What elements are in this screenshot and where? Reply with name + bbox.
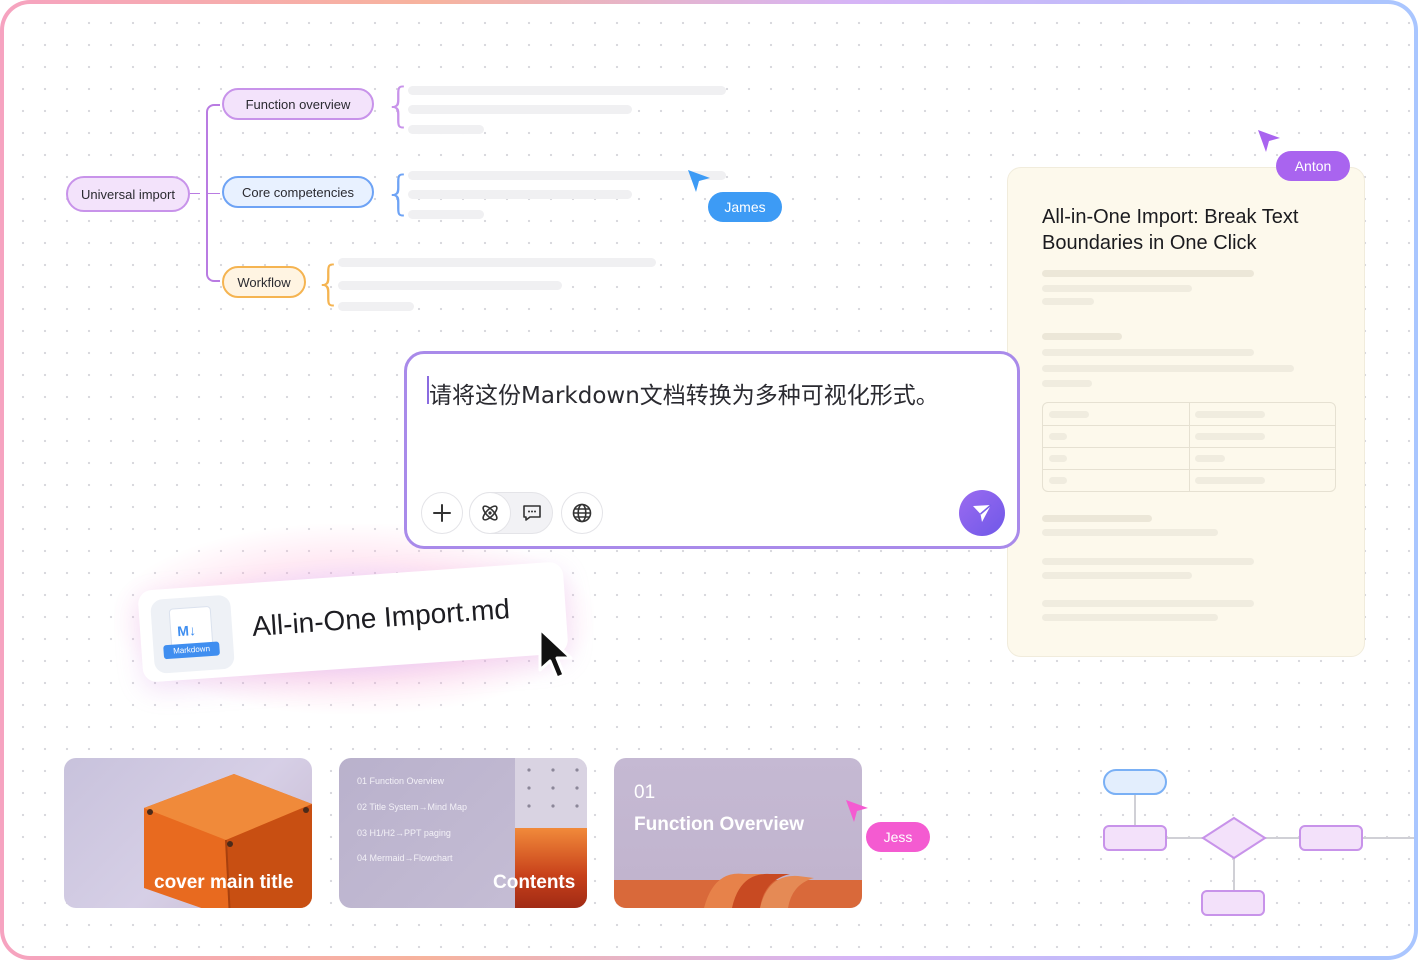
placeholder-line [1042,270,1254,277]
cursor-tag-james: James [708,192,782,222]
document-table [1042,402,1336,492]
placeholder-line [408,86,726,95]
mode-toggle-group [469,492,553,534]
cursor-name: James [724,199,766,215]
placeholder-line [408,171,726,180]
markdown-file-icon: M↓ Markdown [149,594,235,674]
table-divider [1189,403,1190,491]
atom-icon [482,505,498,521]
placeholder-cell [1049,455,1067,462]
placeholder-line [338,258,656,267]
placeholder-cell [1195,455,1225,462]
slide-thumbnail-section[interactable]: 01 Function Overview [614,758,862,908]
placeholder-line [1042,333,1122,340]
flow-connector [1166,837,1204,839]
mindmap-root-node[interactable]: Universal import [66,176,190,212]
web-search-button[interactable] [561,492,603,534]
node-label: Workflow [237,274,291,290]
app-frame: Universal import Function overview Core … [0,0,1418,960]
flow-connector [1134,793,1136,825]
markdown-mark: M↓ [176,622,197,640]
document-preview-card[interactable]: All-in-One Import: Break Text Boundaries… [1007,167,1365,657]
flow-process-node[interactable] [1103,825,1167,851]
markdown-badge: Markdown [163,641,221,660]
slide-thumbnail-cover[interactable]: cover main title [64,758,312,908]
cursor-tag-jess: Jess [866,822,930,852]
add-attachment-button[interactable] [421,492,463,534]
toc-item: 03 H1/H2→PPT paging [357,828,451,838]
connector [206,193,220,194]
slide-title: Function Overview [634,814,804,835]
james-cursor-icon [688,170,710,192]
send-icon [973,504,992,522]
placeholder-line [1042,285,1192,292]
prompt-text[interactable]: 请将这份Markdown文档转换为多种可视化形式。 [429,376,939,410]
flow-process-node[interactable] [1201,890,1265,916]
placeholder-cell [1195,433,1265,440]
flow-connector [1264,837,1300,839]
placeholder-line [1042,298,1094,305]
placeholder-line [338,281,562,290]
mindmap-node-workflow[interactable]: Workflow [222,266,306,298]
placeholder-line [1042,380,1092,387]
flow-connector [1362,837,1414,839]
placeholder-line [408,210,484,219]
slide-title: Contents [493,872,576,893]
placeholder-cell [1049,411,1089,418]
slide-thumbnail-contents[interactable]: 01 Function Overview 02 Title System→Min… [339,758,587,908]
globe-icon [572,503,592,523]
placeholder-line [1042,365,1294,372]
cursor-name: Jess [883,829,913,845]
plus-icon [433,504,451,522]
cursor-name: Anton [1294,158,1332,174]
file-name: All-in-One Import.md [250,593,511,643]
placeholder-line [338,302,414,311]
placeholder-cell [1195,477,1265,484]
mouse-pointer-icon [538,627,573,680]
toc-item: 01 Function Overview [357,776,445,786]
placeholder-line [1042,614,1218,621]
placeholder-line [1042,515,1152,522]
document-title: All-in-One Import: Break Text Boundaries… [1042,206,1299,254]
orange-shapes-illustration [614,873,862,908]
flow-connector [1233,858,1235,890]
placeholder-line [408,125,484,134]
slide-title: cover main title [154,872,294,893]
slide-number: 01 [634,782,656,803]
placeholder-line [1042,572,1192,579]
placeholder-line [1042,529,1218,536]
node-label: Function overview [245,96,351,112]
chat-bubble-icon [523,505,541,521]
placeholder-cell [1049,477,1067,484]
flow-start-node[interactable] [1103,769,1167,795]
whiteboard-canvas[interactable]: Universal import Function overview Core … [4,4,1414,956]
placeholder-line [408,190,632,199]
placeholder-line [1042,600,1254,607]
chat-mode-button[interactable] [511,492,553,534]
anton-cursor-icon [1258,130,1280,152]
placeholder-cell [1049,433,1067,440]
placeholder-line [408,105,632,114]
jess-cursor-icon [846,800,868,822]
flow-decision-node[interactable] [1201,816,1267,860]
ai-mode-button[interactable] [469,492,511,534]
flow-process-node[interactable] [1299,825,1363,851]
mindmap-node-function-overview[interactable]: Function overview [222,88,374,120]
cursor-tag-anton: Anton [1276,151,1350,181]
node-label: Universal import [81,186,175,202]
placeholder-line [1042,558,1254,565]
connector [190,193,200,194]
send-button[interactable] [959,490,1005,536]
toc-item: 02 Title System→Mind Map [357,802,468,812]
prompt-input-box[interactable]: 请将这份Markdown文档转换为多种可视化形式。 [404,351,1020,549]
orange-block-illustration [515,828,587,908]
placeholder-cell [1195,411,1265,418]
placeholder-line [1042,349,1254,356]
toc-item: 04 Mermaid→Flowchart [357,853,453,863]
node-label: Core competencies [242,184,354,200]
mindmap-node-core-competencies[interactable]: Core competencies [222,176,374,208]
